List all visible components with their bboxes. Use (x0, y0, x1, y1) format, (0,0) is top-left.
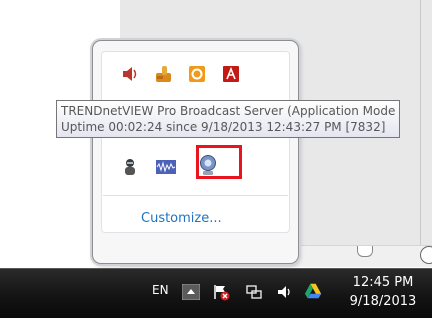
tray-icon-tooltip: TRENDnetVIEW Pro Broadcast Server (Appli… (56, 100, 400, 138)
adobe-icon[interactable] (220, 63, 242, 85)
clock-date[interactable]: 9/18/2013 (349, 294, 417, 309)
language-indicator[interactable]: EN (152, 283, 169, 297)
clock-time[interactable]: 12:45 PM (349, 275, 417, 290)
popup-separator (103, 195, 288, 196)
scroll-thumb[interactable] (357, 246, 373, 257)
google-drive-icon[interactable] (304, 282, 322, 300)
volume-icon[interactable] (276, 283, 294, 301)
tray-overflow-popup: Customize... (92, 40, 299, 264)
show-hidden-icons-arrow[interactable] (182, 283, 200, 301)
window-divider (420, 0, 421, 245)
hand-update-icon[interactable] (153, 63, 175, 85)
office-icon[interactable] (186, 63, 208, 85)
scroll-end-button[interactable] (420, 246, 432, 264)
tooltip-line-2: Uptime 00:02:24 since 9/18/2013 12:43:27… (61, 120, 386, 134)
action-center-flag-icon[interactable] (212, 283, 230, 301)
network-icon[interactable] (245, 283, 263, 301)
tooltip-line-1: TRENDnetVIEW Pro Broadcast Server (Appli… (61, 104, 396, 118)
speaker-icon[interactable] (119, 63, 141, 85)
customize-link[interactable]: Customize... (141, 211, 222, 226)
audio-waveform-icon[interactable] (155, 156, 177, 178)
highlight-box (196, 145, 242, 179)
security-agent-icon[interactable] (119, 156, 141, 178)
